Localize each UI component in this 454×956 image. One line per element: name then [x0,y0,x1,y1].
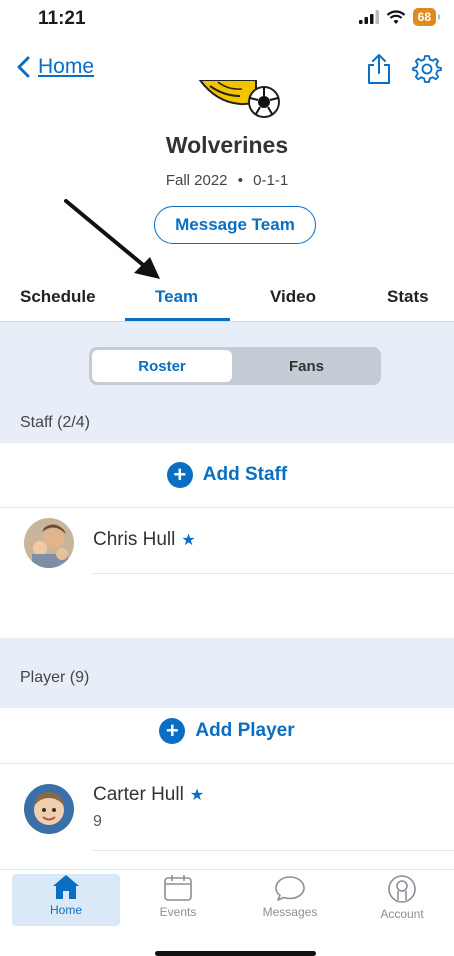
player-section-header: Player (9) [20,669,90,686]
member-name: Carter Hull ★ [93,784,205,805]
status-icons: 68 [358,8,441,26]
team-logo [196,80,282,120]
add-staff-label: Add Staff [202,464,288,485]
avatar [24,784,74,834]
staff-section-header: Staff (2/4) [20,414,90,431]
battery-indicator: 68 [412,8,441,26]
chevron-left-icon [17,56,30,78]
gear-icon [412,55,442,83]
record-separator: • [237,172,243,189]
team-season: Fall 2022 [165,172,228,189]
divider [93,850,454,851]
calendar-icon [164,875,192,901]
bottom-tab-bar: Home Events Messages Account [0,869,454,956]
plus-circle-icon: + [159,718,186,744]
bottom-tab-label: Messages [262,905,318,919]
divider [0,507,454,508]
bottom-tab-label: Home [49,903,82,917]
bottom-tab-events[interactable]: Events [124,874,232,926]
section-separator: Player (9) [0,638,454,708]
player-number: 9 [93,813,102,830]
account-icon [388,875,416,903]
home-indicator [155,951,316,956]
team-record-value: 0-1-1 [253,172,289,189]
divider [0,763,454,764]
add-player-label: Add Player [195,720,295,741]
segment-roster[interactable]: Roster [92,350,232,382]
back-label: Home [38,55,95,78]
message-team-button[interactable]: Message Team [154,206,316,244]
team-tabs: Schedule Team Video Stats [0,282,454,322]
bottom-tab-messages[interactable]: Messages [236,874,344,926]
tab-stats[interactable]: Stats [387,287,429,307]
tab-video[interactable]: Video [270,287,316,307]
signal-icon [358,10,379,24]
wolverine-logo-icon [198,80,280,118]
roster-content: Roster Fans Staff (2/4) + Add Staff Chri… [0,322,454,869]
team-name: Wolverines [165,132,289,158]
bottom-tab-label: Events [159,905,197,919]
back-button[interactable]: Home [16,55,94,79]
add-staff-button[interactable]: + Add Staff [0,462,454,488]
chat-bubble-icon [275,876,305,901]
bottom-tab-label: Account [380,907,424,921]
divider [93,573,454,574]
active-tab-indicator [125,318,230,321]
share-icon [368,54,390,84]
roster-fans-segmented-control: Roster Fans [89,347,381,385]
settings-button[interactable] [412,52,442,86]
member-name: Chris Hull ★ [93,529,196,550]
wifi-icon [386,9,405,24]
plus-circle-icon: + [166,462,193,488]
status-bar: 11:21 68 [0,0,454,40]
team-season-record: Fall 2022 • 0-1-1 [0,172,454,189]
segment-fans[interactable]: Fans [235,350,378,382]
tab-team[interactable]: Team [155,287,198,307]
bottom-tab-home[interactable]: Home [12,874,120,926]
tab-schedule[interactable]: Schedule [20,287,96,307]
player-row[interactable]: Carter Hull ★ 9 [0,777,454,843]
share-button[interactable] [364,52,394,86]
avatar [24,518,74,568]
staff-member-row[interactable]: Chris Hull ★ [0,515,454,581]
status-time: 11:21 [38,8,86,29]
add-player-button[interactable]: + Add Player [0,718,454,744]
bottom-tab-account[interactable]: Account [348,874,454,926]
segment-area: Roster Fans Staff (2/4) [0,322,454,443]
star-icon: ★ [189,787,205,804]
nav-actions [364,52,442,86]
home-icon [53,875,79,899]
star-icon: ★ [181,532,196,549]
annotation-arrow-icon [64,199,160,279]
